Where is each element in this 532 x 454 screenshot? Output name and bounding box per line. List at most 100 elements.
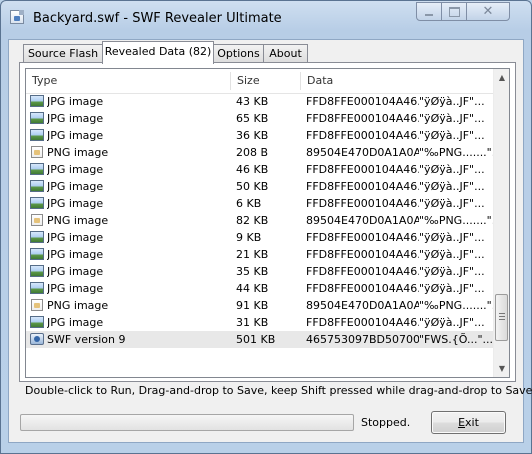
table-row[interactable]: PNG image 82 KB 89504E470D0A1A0A... "‰PNG..… xyxy=(26,212,493,229)
row-type: JPG image xyxy=(47,95,104,108)
row-size: 501 KB xyxy=(236,333,276,346)
row-data-hex: FFD8FFE000104A46... xyxy=(306,248,419,261)
row-size: 91 KB xyxy=(236,299,269,312)
row-type: JPG image xyxy=(47,231,104,244)
row-data-ascii: "‰PNG......."... xyxy=(419,299,493,312)
row-size: 21 KB xyxy=(236,248,269,261)
table-row[interactable]: JPG image 36 KB FFD8FFE000104A46... "ÿØÿà..… xyxy=(26,127,493,144)
row-data-hex: 465753097BD50700... xyxy=(306,333,419,346)
row-type: PNG image xyxy=(47,299,109,312)
jpg-file-icon xyxy=(30,316,44,328)
column-header-type[interactable]: Type xyxy=(26,69,231,93)
row-type: JPG image xyxy=(47,248,104,261)
jpg-file-icon xyxy=(30,248,44,260)
row-size: 208 B xyxy=(236,146,269,159)
row-size: 31 KB xyxy=(236,316,269,329)
maximize-icon xyxy=(448,6,460,17)
row-data-hex: FFD8FFE000104A46... xyxy=(306,197,419,210)
row-size: 50 KB xyxy=(236,180,269,193)
scrollbar-thumb[interactable] xyxy=(495,294,508,341)
table-row[interactable]: PNG image 91 KB 89504E470D0A1A0A... "‰PNG..… xyxy=(26,297,493,314)
jpg-file-icon xyxy=(30,129,44,141)
row-data-ascii: "ÿØÿà..JF"... xyxy=(419,316,485,329)
list-rows: JPG image 43 KB FFD8FFE000104A46... "ÿØÿà..… xyxy=(26,93,493,377)
tab-options[interactable]: Options xyxy=(213,44,264,63)
row-data-ascii: "ÿØÿà..JF"... xyxy=(419,95,485,108)
jpg-file-icon xyxy=(30,112,44,124)
close-icon: ✕ xyxy=(482,4,494,19)
table-row[interactable]: JPG image 50 KB FFD8FFE000104A46... "ÿØÿà..… xyxy=(26,178,493,195)
table-row[interactable]: JPG image 9 KB FFD8FFE000104A46... "ÿØÿà..J… xyxy=(26,229,493,246)
title-bar[interactable]: Backyard.swf - SWF Revealer Ultimate ✕ xyxy=(1,1,531,35)
row-data-ascii: "ÿØÿà..JF"... xyxy=(419,163,485,176)
column-header-data[interactable]: Data xyxy=(301,69,491,93)
row-data-hex: FFD8FFE000104A46... xyxy=(306,282,419,295)
row-type: JPG image xyxy=(47,265,104,278)
exit-label-rest: xit xyxy=(465,416,479,429)
row-size: 43 KB xyxy=(236,95,269,108)
status-text: Stopped. xyxy=(361,416,411,429)
swf-document-icon[interactable] xyxy=(10,10,24,24)
row-data-ascii: "ÿØÿà..JF"... xyxy=(419,265,485,278)
vertical-scrollbar[interactable]: ▲ ▼ xyxy=(493,69,509,377)
table-row[interactable]: JPG image 46 KB FFD8FFE000104A46... "ÿØÿà..… xyxy=(26,161,493,178)
progress-bar xyxy=(20,414,354,431)
row-data-hex: FFD8FFE000104A46... xyxy=(306,163,419,176)
client-area: Source Flash Revealed Data (82) Options … xyxy=(8,39,532,443)
row-data-ascii: "‰PNG......."... xyxy=(419,214,493,227)
row-type: SWF version 9 xyxy=(47,333,126,346)
usage-hint: Double-click to Run, Drag-and-drop to Sa… xyxy=(25,384,532,397)
row-size: 9 KB xyxy=(236,231,262,244)
png-file-icon xyxy=(31,146,43,158)
tab-revealed-data[interactable]: Revealed Data (82) xyxy=(102,41,214,64)
row-data-hex: FFD8FFE000104A46... xyxy=(306,265,419,278)
table-row[interactable]: JPG image 35 KB FFD8FFE000104A46... "ÿØÿà..… xyxy=(26,263,493,280)
row-data-ascii: "ÿØÿà..JF"... xyxy=(419,248,485,261)
row-size: 6 KB xyxy=(236,197,262,210)
tab-source-flash[interactable]: Source Flash xyxy=(23,44,103,63)
close-button[interactable]: ✕ xyxy=(466,2,510,21)
table-row[interactable]: JPG image 44 KB FFD8FFE000104A46... "ÿØÿà..… xyxy=(26,280,493,297)
table-row[interactable]: PNG image 208 B 89504E470D0A1A0A... "‰PNG..… xyxy=(26,144,493,161)
list-header: Type Size Data xyxy=(26,69,493,94)
row-size: 65 KB xyxy=(236,112,269,125)
window-title: Backyard.swf - SWF Revealer Ultimate xyxy=(33,11,282,26)
jpg-file-icon xyxy=(30,95,44,107)
png-file-icon xyxy=(31,299,43,311)
row-type: JPG image xyxy=(47,197,104,210)
minimize-icon xyxy=(425,13,433,16)
exit-button[interactable]: Exit xyxy=(431,411,506,434)
table-row[interactable]: JPG image 43 KB FFD8FFE000104A46... "ÿØÿà..… xyxy=(26,93,493,110)
row-data-hex: FFD8FFE000104A46... xyxy=(306,180,419,193)
table-row[interactable]: JPG image 6 KB FFD8FFE000104A46... "ÿØÿà..J… xyxy=(26,195,493,212)
row-type: PNG image xyxy=(47,146,109,159)
table-row[interactable]: JPG image 31 KB FFD8FFE000104A46... "ÿØÿà..… xyxy=(26,314,493,331)
jpg-file-icon xyxy=(30,163,44,175)
table-row[interactable]: JPG image 65 KB FFD8FFE000104A46... "ÿØÿà..… xyxy=(26,110,493,127)
row-data-ascii: "ÿØÿà..JF"... xyxy=(419,231,485,244)
table-row[interactable]: SWF version 9 501 KB 465753097BD50700... "F… xyxy=(26,331,493,348)
row-data-hex: FFD8FFE000104A46... xyxy=(306,231,419,244)
jpg-file-icon xyxy=(30,180,44,192)
row-data-hex: 89504E470D0A1A0A... xyxy=(306,146,419,159)
row-size: 35 KB xyxy=(236,265,269,278)
tab-about[interactable]: About xyxy=(263,44,308,63)
app-window: Backyard.swf - SWF Revealer Ultimate ✕ S… xyxy=(0,0,532,454)
row-data-ascii: "ÿØÿà..JF"... xyxy=(419,112,485,125)
jpg-file-icon xyxy=(30,231,44,243)
column-header-size[interactable]: Size xyxy=(231,69,301,93)
maximize-button[interactable] xyxy=(441,2,467,21)
table-row[interactable]: JPG image 21 KB FFD8FFE000104A46... "ÿØÿà..… xyxy=(26,246,493,263)
row-data-hex: FFD8FFE000104A46... xyxy=(306,95,419,108)
scroll-down-icon[interactable]: ▼ xyxy=(494,360,509,377)
row-size: 82 KB xyxy=(236,214,269,227)
row-data-hex: 89504E470D0A1A0A... xyxy=(306,214,419,227)
revealed-data-list[interactable]: Type Size Data JPG image 43 KB FFD8FFE0001… xyxy=(25,68,510,378)
scroll-up-icon[interactable]: ▲ xyxy=(494,69,509,86)
jpg-file-icon xyxy=(30,265,44,277)
minimize-button[interactable] xyxy=(416,2,442,21)
row-size: 44 KB xyxy=(236,282,269,295)
row-type: JPG image xyxy=(47,316,104,329)
row-data-ascii: "ÿØÿà..JF"... xyxy=(419,129,485,142)
swf-file-icon xyxy=(30,333,44,345)
